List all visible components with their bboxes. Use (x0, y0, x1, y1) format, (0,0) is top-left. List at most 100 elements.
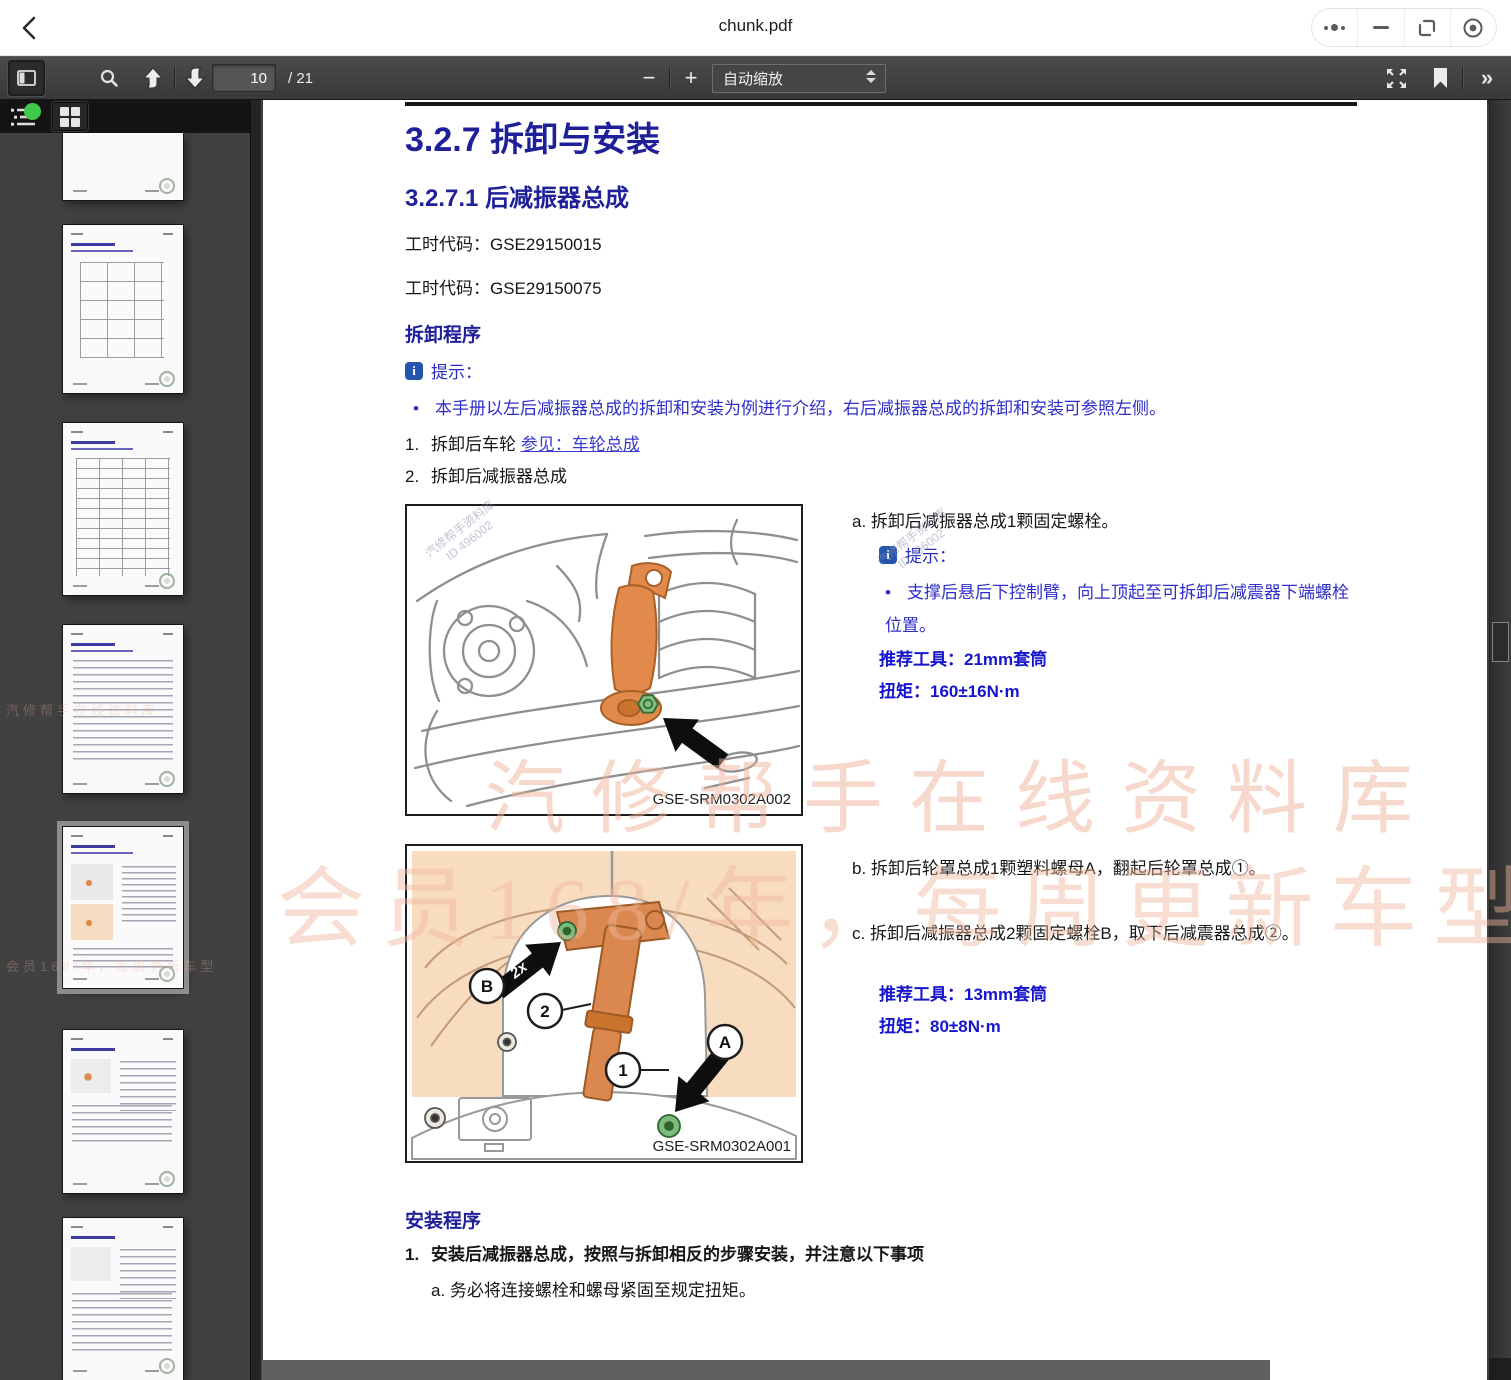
step-number: 1. (405, 435, 431, 455)
window-controls (1311, 8, 1497, 47)
thumbnail-preview (68, 1035, 178, 1188)
pdf-viewer-window: chunk.pdf (0, 0, 1511, 1380)
figure-caption: GSE-SRM0302A002 (653, 791, 791, 808)
step-number: 2. (405, 467, 431, 487)
section-heading: 3.2.7 拆卸与安装 (405, 112, 660, 161)
step-1: 1.拆卸后车轮 参见：车轮总成 (405, 430, 640, 455)
tip-bullet-2: •支撑后悬后下控制臂，向上顶起至可拆卸后减震器下端螺栓位置。 (885, 576, 1365, 642)
torque-spec-2: 扭矩：80±8N·m (879, 1012, 1001, 1037)
tip-row: 提示： (879, 542, 956, 567)
page-viewer: 3.2.7 拆卸与安装 3.2.7.1 后减振器总成 工时代码：GSE29150… (262, 100, 1511, 1380)
thumbnail-preview (68, 832, 178, 983)
bullet-dot: • (413, 399, 435, 419)
labor-code-1: 工时代码：GSE29150015 (405, 230, 602, 255)
page-thumbnail[interactable] (63, 133, 183, 200)
horizontal-scrollbar-thumb[interactable] (262, 1360, 1270, 1380)
zoom-level-select[interactable]: 自动缩放 (712, 64, 886, 93)
install-substep-a: a. 务必将连接螺栓和螺母紧固至规定扭矩。 (431, 1276, 756, 1301)
page-thumbnail[interactable] (63, 423, 183, 595)
removal-procedure-heading: 拆卸程序 (405, 320, 481, 347)
float-window-button[interactable] (1404, 9, 1450, 46)
labor-code-2: 工时代码：GSE29150075 (405, 274, 602, 299)
minimize-button[interactable] (1357, 9, 1403, 46)
step-text: 拆卸后车轮 (431, 435, 521, 454)
wheel-assembly-link[interactable]: 参见：车轮总成 (521, 435, 640, 454)
tip-text: 支撑后悬后下控制臂，向上顶起至可拆卸后减震器下端螺栓位置。 (885, 583, 1349, 635)
substep-a: a. 拆卸后减振器总成1颗固定螺栓。 (852, 507, 1412, 532)
header-rule (405, 102, 1357, 106)
float-window-icon (1417, 18, 1437, 38)
info-icon (405, 362, 423, 380)
figure-caption: GSE-SRM0302A001 (653, 1138, 791, 1155)
sidebar-resizer[interactable] (250, 100, 262, 1380)
more-dots-icon (1324, 24, 1345, 31)
substep-c: c. 拆卸后减振器总成2颗固定螺栓B，取下后减震器总成②。 (852, 916, 1374, 951)
wheelhouse-diagram: 2x B 2 1 A GSE-SRM0302A001 (407, 846, 801, 1161)
zoom-out-button[interactable]: − (632, 60, 666, 96)
tip-label: 提示： (431, 358, 482, 383)
figure-wheel-house-bolts: 2x B 2 1 A GSE-SRM0302A001 (405, 844, 803, 1163)
page-thumbnail[interactable] (63, 625, 183, 793)
scrollbar-corner (1489, 1358, 1511, 1380)
recommended-tool-2: 推荐工具：13mm套筒 (879, 980, 1047, 1005)
document-title: chunk.pdf (0, 16, 1511, 36)
install-procedure-heading: 安装程序 (405, 1206, 481, 1233)
substep-b: b. 拆卸后轮罩总成1颗塑料螺母A，翻起后轮罩总成①。 (852, 851, 1374, 886)
sidebar-toggle-icon (17, 70, 36, 86)
zoom-in-button[interactable]: + (674, 60, 708, 96)
pdf-toolbar: / 21 − + 自动缩放 » (0, 56, 1511, 100)
search-button[interactable] (92, 60, 126, 96)
tip-text: 本手册以左后减振器总成的拆卸和安装为例进行介绍，右后减振器总成的拆卸和安装可参照… (435, 399, 1166, 418)
bookmark-button[interactable] (1424, 60, 1456, 96)
recommended-tool-1: 推荐工具：21mm套筒 (879, 645, 1047, 670)
vertical-scrollbar-thumb[interactable] (1492, 622, 1509, 662)
thumbnail-preview (68, 428, 178, 590)
pdf-page: 3.2.7 拆卸与安装 3.2.7.1 后减振器总成 工时代码：GSE29150… (263, 100, 1487, 1380)
tip-bullet-1: •本手册以左后减振器总成的拆卸和安装为例进行介绍，右后减振器总成的拆卸和安装可参… (413, 394, 1511, 419)
thumbnail-preview (68, 630, 178, 788)
close-button[interactable] (1450, 9, 1496, 46)
callout-label: A (719, 1033, 731, 1052)
page-thumbnail[interactable] (63, 1030, 183, 1193)
page-number-input[interactable] (212, 64, 276, 92)
more-options-button[interactable] (1312, 9, 1357, 46)
step-2: 2.拆卸后减振器总成 (405, 462, 567, 487)
sidebar-toggle-button[interactable] (8, 60, 45, 96)
torque-spec-1: 扭矩：160±16N·m (879, 677, 1020, 702)
figure-shock-lower-bolt: GSE-SRM0302A002 (405, 504, 803, 816)
page-thumbnail[interactable] (63, 827, 183, 988)
suspension-diagram: GSE-SRM0302A002 (407, 506, 801, 814)
zoom-level-value: 自动缩放 (723, 68, 783, 89)
page-thumbnail[interactable] (63, 225, 183, 393)
next-page-button[interactable] (178, 60, 212, 96)
page-thumbnail[interactable] (63, 1218, 183, 1380)
step-text: 拆卸后减振器总成 (431, 467, 567, 486)
fullscreen-icon (1386, 68, 1407, 89)
callout-label: 1 (618, 1061, 627, 1080)
window-titlebar: chunk.pdf (0, 0, 1511, 56)
previous-page-button[interactable] (136, 60, 170, 96)
minimize-icon (1373, 26, 1389, 29)
callout-label: B (481, 977, 493, 996)
page-down-icon (185, 67, 205, 89)
tip-row: 提示： (405, 358, 482, 383)
thumbnail-sidebar: 汽修帮手在线资料库 会员168/年，每周更新车型 (0, 100, 250, 1380)
sidebar-header (0, 100, 250, 133)
thumbnails-view-button[interactable] (52, 102, 88, 131)
status-green-dot (24, 103, 41, 120)
presentation-mode-button[interactable] (1378, 60, 1414, 96)
tip-label: 提示： (905, 542, 956, 567)
thumbnail-list (0, 133, 250, 1380)
page-up-icon (143, 67, 163, 89)
close-circle-icon (1462, 17, 1484, 39)
step-number: 1. (405, 1245, 431, 1265)
secondary-toolbar-button[interactable]: » (1468, 60, 1504, 96)
subsection-heading: 3.2.7.1 后减振器总成 (405, 178, 629, 213)
outline-view-button[interactable] (6, 102, 42, 131)
bookmark-icon (1433, 68, 1448, 88)
vertical-scrollbar (1489, 100, 1511, 1380)
thumbnail-preview (68, 230, 178, 388)
callout-label: 2 (540, 1002, 549, 1021)
step-text: 安装后减振器总成，按照与拆卸相反的步骤安装，并注意以下事项 (431, 1245, 924, 1264)
page-count-label: / 21 (288, 70, 313, 87)
